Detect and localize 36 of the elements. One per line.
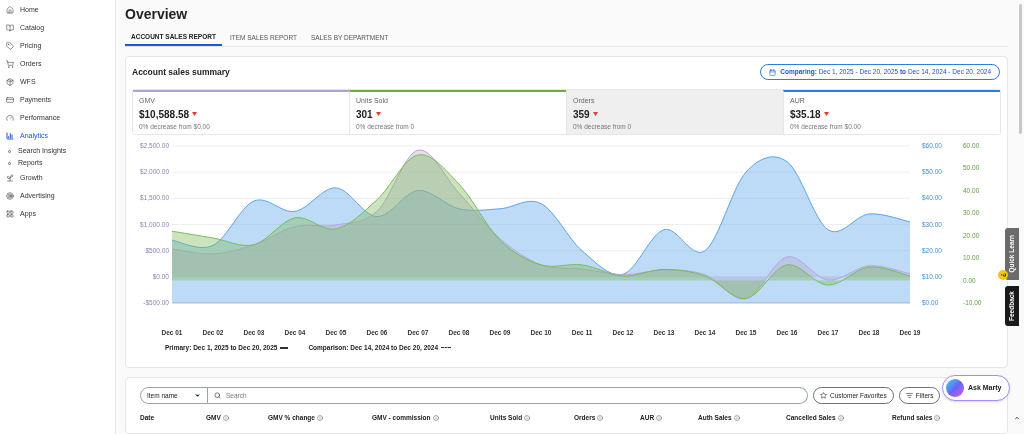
page-title: Overview [125, 5, 189, 24]
calendar-icon [769, 68, 777, 76]
card-title: Account sales summary [132, 65, 230, 79]
down-triangle-icon [192, 112, 198, 116]
metric-value: 359 [573, 107, 590, 122]
info-icon [524, 415, 531, 421]
down-triangle-icon [823, 112, 829, 116]
info-icon [656, 415, 663, 421]
home-icon [6, 6, 14, 14]
info-icon [733, 415, 740, 421]
book-icon [6, 24, 14, 32]
sprout-icon [6, 174, 14, 182]
metric-value: $10,588.58 [139, 107, 190, 122]
bar-chart-icon [6, 132, 14, 140]
grid-icon [6, 210, 14, 218]
caret-icon [194, 392, 201, 399]
info-icon [316, 415, 323, 421]
down-triangle-icon [375, 112, 381, 116]
tag-icon [6, 42, 14, 50]
cart-icon [6, 60, 14, 68]
gauge-icon [6, 114, 14, 122]
metric-value: $35.18 [790, 107, 821, 122]
card-icon [6, 96, 14, 104]
info-icon [837, 415, 844, 421]
star-icon [820, 392, 827, 399]
metric-value: 301 [356, 107, 373, 122]
assistant-avatar-icon [946, 379, 964, 397]
box-icon [6, 78, 14, 86]
info-icon [934, 415, 941, 421]
info-icon [597, 415, 604, 421]
filter-icon [905, 392, 913, 399]
down-triangle-icon [592, 112, 598, 116]
info-icon [432, 415, 439, 421]
info-icon [222, 415, 229, 421]
target-icon [6, 192, 14, 200]
search-icon [214, 392, 221, 399]
